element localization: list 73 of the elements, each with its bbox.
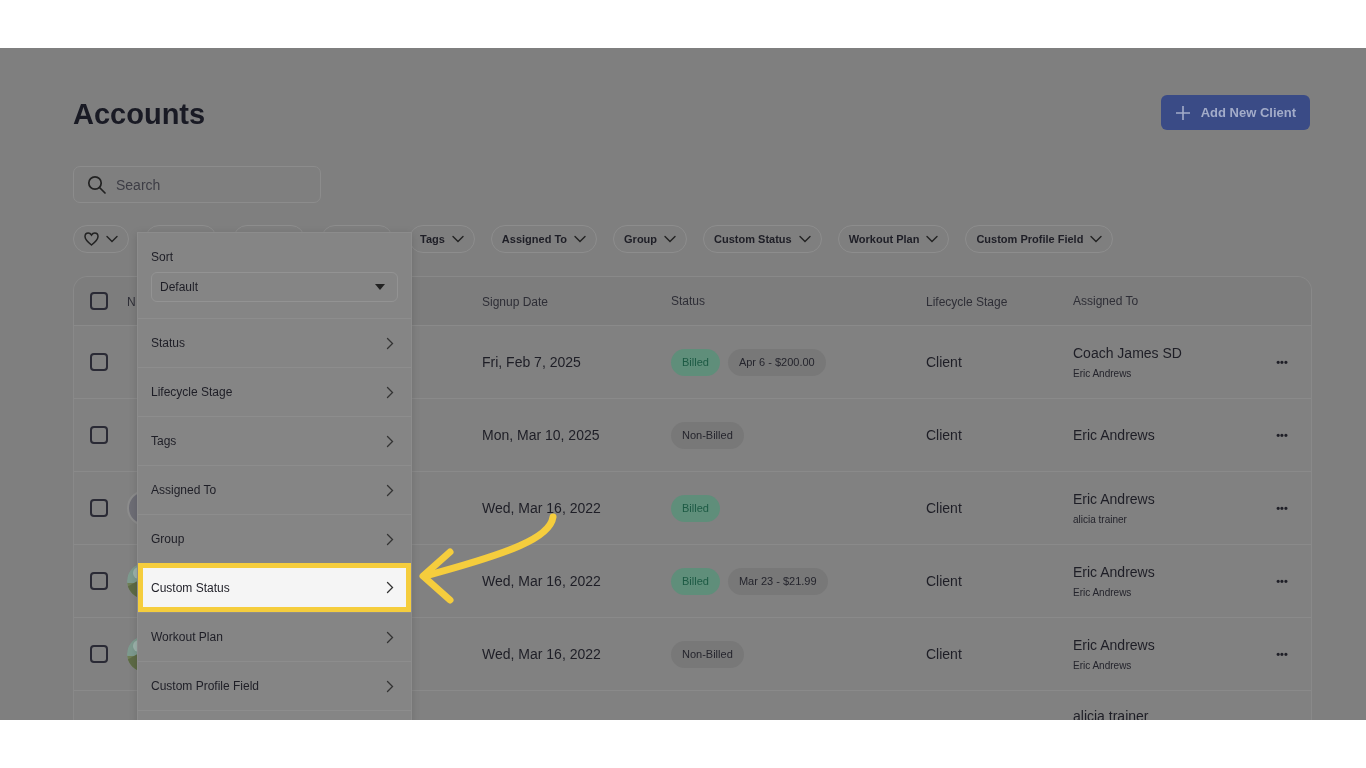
status-tag: Non-Billed: [671, 640, 744, 668]
chevron-right-icon: [386, 581, 394, 594]
more-options-button[interactable]: •••: [1276, 575, 1288, 587]
page-title: Accounts: [73, 97, 206, 131]
assigned-trainer: alicia trainer: [1073, 514, 1128, 525]
assigned-coach: Eric Andrews: [1073, 427, 1156, 443]
plus-icon: [1174, 104, 1191, 121]
status-tag: Apr 6 - $200.00: [727, 348, 826, 376]
lifecycle-stage: Client: [926, 427, 962, 443]
more-options-button[interactable]: •••: [1276, 429, 1288, 441]
sort-select[interactable]: Default: [151, 272, 398, 302]
add-client-button[interactable]: Add New Client: [1160, 95, 1310, 130]
lifecycle-stage: Client: [926, 646, 962, 662]
chevron-right-icon: [386, 532, 394, 546]
heart-icon: [84, 232, 99, 246]
menu-item[interactable]: Workout Plan: [138, 612, 411, 661]
row-checkbox[interactable]: [90, 353, 108, 371]
chevron-right-icon: [386, 385, 394, 399]
lifecycle-stage: Client: [926, 573, 962, 589]
more-options-button[interactable]: •••: [1276, 502, 1288, 514]
more-options-button[interactable]: •••: [1276, 648, 1288, 660]
lifecycle-stage: Client: [926, 500, 962, 516]
status-tag: Billed: [671, 494, 720, 522]
assigned-coach: Eric Andrews: [1073, 491, 1156, 507]
signup-date: Wed, Mar 16, 2022: [482, 573, 601, 589]
caret-icon: [375, 284, 385, 290]
chevron-down-icon: [798, 235, 811, 243]
menu-item[interactable]: Custom Status: [138, 563, 411, 612]
row-checkbox[interactable]: [90, 572, 108, 590]
column-header[interactable]: Signup Date: [482, 295, 549, 309]
signup-date: Fri, Feb 7, 2025: [482, 354, 581, 370]
search-icon: [87, 175, 107, 195]
row-checkbox[interactable]: [90, 645, 108, 663]
chevron-right-icon: [386, 679, 394, 693]
menu-item[interactable]: Assigned To: [138, 465, 411, 514]
search-field[interactable]: Search: [73, 166, 321, 203]
menu-item[interactable]: Tags: [138, 416, 411, 465]
select-all-checkbox[interactable]: [90, 292, 108, 310]
signup-date: Wed, Mar 16, 2022: [482, 646, 601, 662]
chevron-right-icon: [386, 336, 394, 350]
lifecycle-stage: Client: [926, 354, 962, 370]
column-header[interactable]: Assigned To: [1073, 294, 1253, 308]
menu-item[interactable]: Status: [138, 318, 411, 367]
status-tag: Billed: [671, 567, 720, 595]
chevron-down-icon: [451, 235, 464, 243]
status-tag: Mar 23 - $21.99: [727, 567, 828, 595]
chevron-down-icon: [926, 235, 939, 243]
sort-label: Sort: [151, 250, 174, 264]
chevron-right-icon: [386, 483, 394, 497]
more-options-button[interactable]: •••: [1276, 356, 1288, 368]
row-checkbox[interactable]: [90, 499, 108, 517]
status-tag: Billed: [671, 348, 720, 376]
column-header[interactable]: N: [127, 295, 136, 309]
assigned-trainer: Eric Andrews: [1073, 368, 1133, 379]
assigned-trainer: Eric Andrews: [1073, 587, 1133, 598]
column-header[interactable]: Status: [671, 294, 706, 308]
assigned-coach: Eric Andrews: [1073, 564, 1156, 580]
column-header[interactable]: Lifecycle Stage: [926, 295, 1008, 309]
chevron-down-icon: [106, 235, 118, 243]
signup-date: Mon, Mar 10, 2025: [482, 427, 600, 443]
chevron-right-icon: [386, 630, 394, 644]
chevron-down-icon: [1090, 235, 1103, 243]
chevron-down-icon: [574, 235, 587, 243]
chevron-down-icon: [664, 235, 677, 243]
status-tag: Non-Billed: [671, 421, 744, 449]
row-checkbox[interactable]: [90, 426, 108, 444]
signup-date: Wed, Mar 16, 2022: [482, 500, 601, 516]
assigned-coach: Coach James SD: [1073, 345, 1183, 361]
assigned-trainer: Eric Andrews: [1073, 660, 1133, 671]
assigned-coach: Eric Andrews: [1073, 637, 1156, 653]
menu-item[interactable]: Custom Profile Field: [138, 661, 411, 710]
chevron-right-icon: [386, 434, 394, 448]
menu-item[interactable]: Lifecycle Stage: [138, 367, 411, 416]
